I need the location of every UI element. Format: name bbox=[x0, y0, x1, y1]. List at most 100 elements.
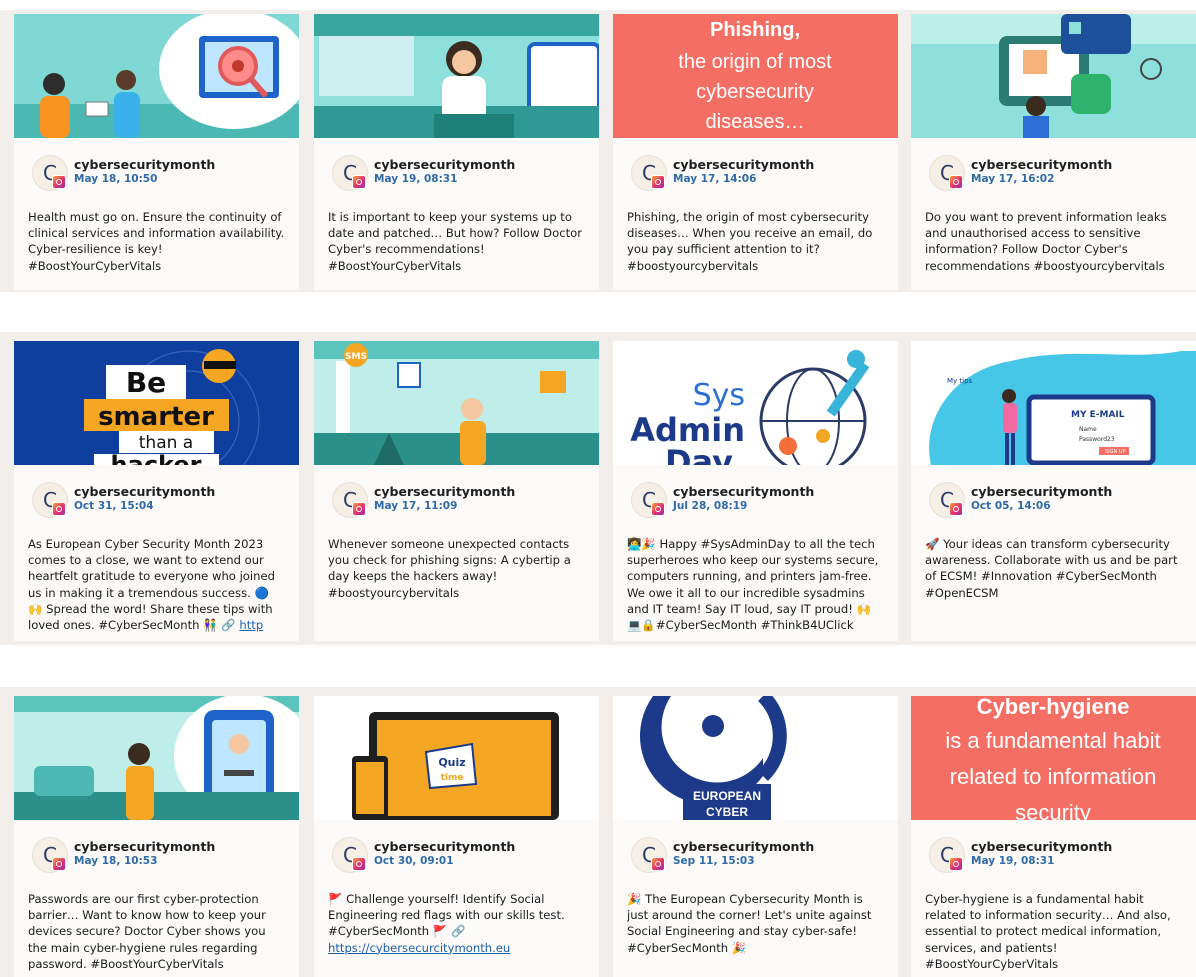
image-text-line: Sys bbox=[693, 378, 745, 413]
author-handle[interactable]: cybersecuritymonth bbox=[971, 839, 1112, 854]
post-card[interactable]: EUROPEAN CYBER C cybersecuritymonth Sep … bbox=[613, 696, 898, 977]
instagram-icon bbox=[651, 502, 665, 516]
post-caption: Do you want to prevent information leaks… bbox=[925, 210, 1167, 273]
image-text-line: is a fundamental habit bbox=[945, 728, 1160, 753]
post-date[interactable]: Sep 11, 15:03 bbox=[673, 855, 755, 867]
image-text-line: than a bbox=[139, 433, 193, 453]
image-text-line: CYBER bbox=[706, 805, 748, 819]
post-card[interactable]: C cybersecuritymonth May 17, 16:02 Do yo… bbox=[911, 14, 1196, 290]
instagram-icon bbox=[52, 857, 66, 871]
post-author: C cybersecuritymonth Oct 31, 15:04 bbox=[32, 482, 292, 518]
post-date[interactable]: May 17, 11:09 bbox=[374, 500, 457, 512]
author-handle[interactable]: cybersecuritymonth bbox=[374, 484, 515, 499]
author-handle[interactable]: cybersecuritymonth bbox=[74, 157, 215, 172]
post-date[interactable]: May 19, 08:31 bbox=[971, 855, 1054, 867]
post-caption: 🚩 Challenge yourself! Identify Social En… bbox=[328, 891, 586, 977]
image-text-line: SIGN UP bbox=[1105, 449, 1126, 455]
post-author: C cybersecuritymonth May 19, 08:31 bbox=[929, 837, 1189, 873]
post-image[interactable]: SMS bbox=[314, 341, 599, 465]
post-image[interactable]: EUROPEAN CYBER bbox=[613, 696, 898, 820]
post-author: C cybersecuritymonth May 18, 10:50 bbox=[32, 155, 292, 191]
post-author: C cybersecuritymonth May 17, 16:02 bbox=[929, 155, 1189, 191]
post-caption: Whenever someone unexpected contacts you… bbox=[328, 537, 571, 600]
image-text-line: cybersecurity bbox=[696, 81, 814, 103]
image-text-line: EUROPEAN bbox=[693, 789, 761, 803]
post-caption: It is important to keep your systems up … bbox=[328, 210, 582, 273]
post-card[interactable]: C cybersecuritymonth May 18, 10:50 Healt… bbox=[14, 14, 299, 290]
post-card[interactable]: MY E-MAIL Name Password23 SIGN UP My tip… bbox=[911, 341, 1196, 641]
instagram-icon bbox=[949, 175, 963, 189]
post-author: C cybersecuritymonth May 17, 14:06 bbox=[631, 155, 891, 191]
post-date[interactable]: May 17, 16:02 bbox=[971, 173, 1054, 185]
image-text-line: MY E-MAIL bbox=[1071, 410, 1125, 420]
post-image[interactable] bbox=[14, 14, 299, 138]
post-caption: As European Cyber Security Month 2023 co… bbox=[28, 536, 286, 640]
post-caption: Phishing, the origin of most cybersecuri… bbox=[627, 210, 873, 273]
post-date[interactable]: Oct 05, 14:06 bbox=[971, 500, 1051, 512]
post-card[interactable]: Cyber-hygiene is a fundamental habit rel… bbox=[911, 696, 1196, 977]
post-card[interactable]: C cybersecuritymonth May 18, 10:53 Passw… bbox=[14, 696, 299, 977]
instagram-icon bbox=[651, 175, 665, 189]
post-caption: 🎉 The European Cybersecurity Month is ju… bbox=[627, 892, 872, 955]
image-text-line: Quiz bbox=[438, 756, 465, 769]
post-card[interactable]: C cybersecuritymonth May 19, 08:31 It is… bbox=[314, 14, 599, 290]
instagram-icon bbox=[52, 175, 66, 189]
image-text-line: SMS bbox=[345, 352, 367, 362]
author-handle[interactable]: cybersecuritymonth bbox=[971, 157, 1112, 172]
image-text-line: Cyber-hygiene bbox=[977, 696, 1130, 719]
post-image[interactable] bbox=[314, 14, 599, 138]
post-image[interactable]: Cyber-hygiene is a fundamental habit rel… bbox=[911, 696, 1196, 820]
image-text-line: Password23 bbox=[1079, 436, 1115, 443]
post-date[interactable]: May 19, 08:31 bbox=[374, 173, 457, 185]
author-handle[interactable]: cybersecuritymonth bbox=[374, 157, 515, 172]
image-text-line: related to information bbox=[950, 764, 1157, 789]
post-date[interactable]: May 17, 14:06 bbox=[673, 173, 756, 185]
post-image[interactable]: Sys Admin Day bbox=[613, 341, 898, 465]
post-image[interactable]: Phishing, the origin of most cybersecuri… bbox=[613, 14, 898, 138]
post-caption: Health must go on. Ensure the continuity… bbox=[28, 210, 285, 273]
post-author: C cybersecuritymonth May 19, 08:31 bbox=[332, 155, 592, 191]
instagram-icon bbox=[52, 502, 66, 516]
caption-link[interactable]: http bbox=[239, 618, 263, 632]
image-text-line: security bbox=[1015, 800, 1091, 820]
post-author: C cybersecuritymonth May 17, 11:09 bbox=[332, 482, 592, 518]
author-handle[interactable]: cybersecuritymonth bbox=[374, 839, 515, 854]
post-date[interactable]: Oct 31, 15:04 bbox=[74, 500, 154, 512]
author-handle[interactable]: cybersecuritymonth bbox=[673, 484, 814, 499]
image-text-line: Be bbox=[126, 366, 166, 399]
post-image[interactable]: MY E-MAIL Name Password23 SIGN UP My tip… bbox=[911, 341, 1196, 465]
post-image[interactable] bbox=[911, 14, 1196, 138]
post-caption: Cyber-hygiene is a fundamental habit rel… bbox=[925, 892, 1171, 971]
post-card[interactable]: Phishing, the origin of most cybersecuri… bbox=[613, 14, 898, 290]
post-date[interactable]: May 18, 10:50 bbox=[74, 173, 157, 185]
post-card[interactable]: SMS C cybersecuritymonth May 17, 11:09 W… bbox=[314, 341, 599, 641]
instagram-icon bbox=[352, 502, 366, 516]
post-author: C cybersecuritymonth Oct 05, 14:06 bbox=[929, 482, 1189, 518]
post-author: C cybersecuritymonth May 18, 10:53 bbox=[32, 837, 292, 873]
image-text-line: smarter bbox=[98, 402, 214, 432]
author-handle[interactable]: cybersecuritymonth bbox=[74, 484, 215, 499]
instagram-icon bbox=[949, 502, 963, 516]
post-image[interactable]: Quiz time bbox=[314, 696, 599, 820]
post-image[interactable]: Be smarter than a hacker bbox=[14, 341, 299, 465]
author-handle[interactable]: cybersecuritymonth bbox=[673, 157, 814, 172]
caption-link[interactable]: https://cybersecurcitymonth.eu bbox=[328, 941, 510, 955]
post-card[interactable]: Be smarter than a hacker C cybersecurity… bbox=[14, 341, 299, 641]
post-card[interactable]: Sys Admin Day C cybersecuritymonth Jul 2… bbox=[613, 341, 898, 641]
image-text-line: Phishing, bbox=[710, 19, 800, 41]
instagram-icon bbox=[352, 857, 366, 871]
caption-text: As European Cyber Security Month 2023 co… bbox=[28, 537, 275, 633]
author-handle[interactable]: cybersecuritymonth bbox=[74, 839, 215, 854]
post-caption: 🚀 Your ideas can transform cybersecurity… bbox=[925, 537, 1178, 600]
image-text-line: My tips bbox=[947, 377, 973, 385]
post-card[interactable]: Quiz time C cybersecuritymonth Oct 30, 0… bbox=[314, 696, 599, 977]
author-handle[interactable]: cybersecuritymonth bbox=[673, 839, 814, 854]
image-text-line: the origin of most bbox=[678, 51, 832, 73]
image-text-line: diseases… bbox=[706, 111, 805, 133]
author-handle[interactable]: cybersecuritymonth bbox=[971, 484, 1112, 499]
image-text-line: time bbox=[441, 773, 464, 783]
post-date[interactable]: May 18, 10:53 bbox=[74, 855, 157, 867]
post-date[interactable]: Jul 28, 08:19 bbox=[673, 500, 747, 512]
post-image[interactable] bbox=[14, 696, 299, 820]
post-date[interactable]: Oct 30, 09:01 bbox=[374, 855, 454, 867]
